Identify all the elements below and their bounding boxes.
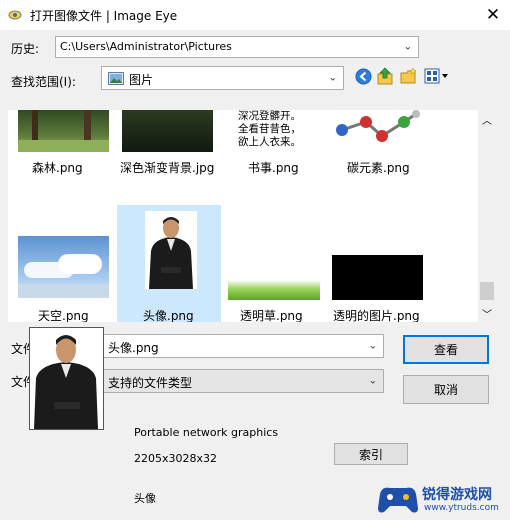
lookin-label: 查找范围(I): <box>11 75 76 89</box>
title-bar: 打开图像文件 | Image Eye ✕ <box>0 0 510 30</box>
file-list[interactable]: 深况登髒开。 全看苷昔色， 欲上人衣来。 森林.png 深色渐变背景.jpg 书… <box>8 110 496 322</box>
info-name: 头像 <box>134 492 156 505</box>
cancel-button[interactable]: 取消 <box>403 375 489 404</box>
app-icon <box>8 10 22 20</box>
scroll-thumb[interactable] <box>480 282 494 300</box>
file-name[interactable]: 深色渐变背景.jpg <box>120 159 214 176</box>
file-name[interactable]: 书事.png <box>248 159 299 176</box>
file-name[interactable]: 透明的图片.png <box>333 307 420 322</box>
chevron-down-icon: ⌄ <box>403 41 412 53</box>
thumbnail-forest[interactable] <box>18 110 109 152</box>
view-menu-icon[interactable] <box>424 68 450 84</box>
book-text: 深况登髒开。 全看苷昔色， 欲上人衣来。 <box>238 110 301 148</box>
gamepad-logo-icon <box>378 487 418 513</box>
chevron-down-icon: ⌄ <box>368 340 377 352</box>
file-name[interactable]: 头像.png <box>143 307 194 322</box>
filename-value: 头像.png <box>108 341 159 355</box>
preview-box <box>29 327 104 430</box>
file-name[interactable]: 透明草.png <box>240 307 303 322</box>
watermark-brand: 锐得游戏网 <box>422 487 492 503</box>
pictures-folder-icon <box>108 72 124 85</box>
lookin-value: 图片 <box>129 73 154 87</box>
close-icon: ✕ <box>485 5 501 25</box>
file-name[interactable]: 天空.png <box>38 307 89 322</box>
thumbnail-portrait[interactable] <box>145 211 197 289</box>
thumbnail-grass[interactable] <box>228 280 320 300</box>
new-folder-icon[interactable] <box>400 67 418 85</box>
preview-image <box>30 328 103 429</box>
chevron-down-icon: ⌄ <box>328 72 337 84</box>
chevron-down-icon: ⌄ <box>368 375 377 387</box>
cancel-button-label: 取消 <box>433 383 458 397</box>
thumbnail-carbon[interactable] <box>332 110 424 152</box>
thumbnail-transparent[interactable] <box>332 255 423 300</box>
close-button[interactable]: ✕ <box>478 2 508 28</box>
lookin-combo[interactable]: 图片 ⌄ <box>101 66 344 90</box>
scroll-up-icon[interactable]: ︿ <box>482 112 492 127</box>
thumbnail-sky[interactable] <box>18 236 109 298</box>
up-folder-icon[interactable] <box>377 66 395 86</box>
history-combo[interactable]: C:\Users\Administrator\Pictures ⌄ <box>55 36 419 58</box>
back-icon[interactable] <box>355 68 372 85</box>
file-name[interactable]: 碳元素.png <box>347 159 410 176</box>
index-button[interactable]: 索引 <box>334 443 408 465</box>
history-label: 历史: <box>11 42 40 56</box>
watermark-url: www.ytruds.com <box>424 503 499 513</box>
open-button-label: 查看 <box>433 343 458 357</box>
thumbnail-dark-gradient[interactable] <box>122 110 213 152</box>
file-list-scrollbar[interactable]: ︿ ﹀ <box>478 110 496 322</box>
info-format: Portable network graphics <box>134 426 279 439</box>
filetype-combo[interactable]: 支持的文件类型 ⌄ <box>103 369 384 393</box>
index-button-label: 索引 <box>358 447 383 462</box>
open-button[interactable]: 查看 <box>403 335 489 364</box>
info-dimensions: 2205x3028x32 <box>134 452 218 465</box>
history-value: C:\Users\Administrator\Pictures <box>60 40 232 53</box>
window-title: 打开图像文件 | Image Eye <box>30 9 178 23</box>
scroll-down-icon[interactable]: ﹀ <box>482 306 492 321</box>
filetype-value: 支持的文件类型 <box>108 376 193 390</box>
file-name[interactable]: 森林.png <box>32 159 83 176</box>
thumbnail-book[interactable]: 深况登髒开。 全看苷昔色， 欲上人衣来。 <box>232 110 312 152</box>
filename-combo[interactable]: 头像.png ⌄ <box>103 334 384 358</box>
